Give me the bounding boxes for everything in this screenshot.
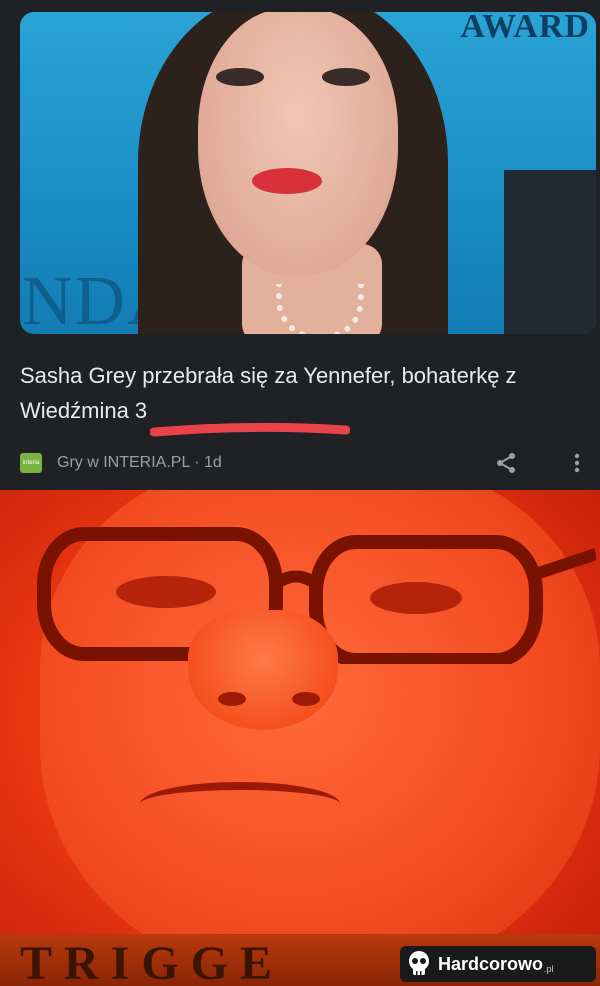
news-card[interactable]: AWARD NDA Sasha Grey przebrała się za Ye… xyxy=(0,0,600,490)
photo-face xyxy=(198,12,398,276)
triggered-meme-image: TRIGGE xyxy=(0,490,600,986)
photo-lips xyxy=(252,168,322,194)
article-meta: interia Gry w INTERIA.PL · 1d xyxy=(20,452,222,474)
source-logo: interia xyxy=(20,453,42,473)
watermark-suffix: .pl xyxy=(544,964,554,974)
meme-mouth xyxy=(140,782,340,826)
share-icon[interactable] xyxy=(494,451,518,475)
article-source[interactable]: Gry w INTERIA.PL · 1d xyxy=(57,454,222,472)
skull-icon xyxy=(409,951,429,975)
watermark-text: Hardcorowo xyxy=(438,953,544,974)
site-watermark: Hardcorowo .pl xyxy=(400,946,596,982)
meme-nose xyxy=(188,610,338,730)
meme-nostril-right xyxy=(292,692,320,706)
triggered-caption: TRIGGE xyxy=(20,937,285,986)
meme-nostril-left xyxy=(218,692,246,706)
photo-award-text: AWARD xyxy=(460,12,590,45)
photo-dark-panel xyxy=(504,170,596,334)
more-vert-icon[interactable] xyxy=(570,452,584,474)
article-photo[interactable]: AWARD NDA xyxy=(20,12,596,334)
article-headline[interactable]: Sasha Grey przebrała się za Yennefer, bo… xyxy=(20,358,580,428)
red-underline-mark xyxy=(150,422,350,437)
photo-eye-right xyxy=(322,68,370,86)
photo-pearl-necklace xyxy=(276,284,364,334)
photo-eye-left xyxy=(216,68,264,86)
